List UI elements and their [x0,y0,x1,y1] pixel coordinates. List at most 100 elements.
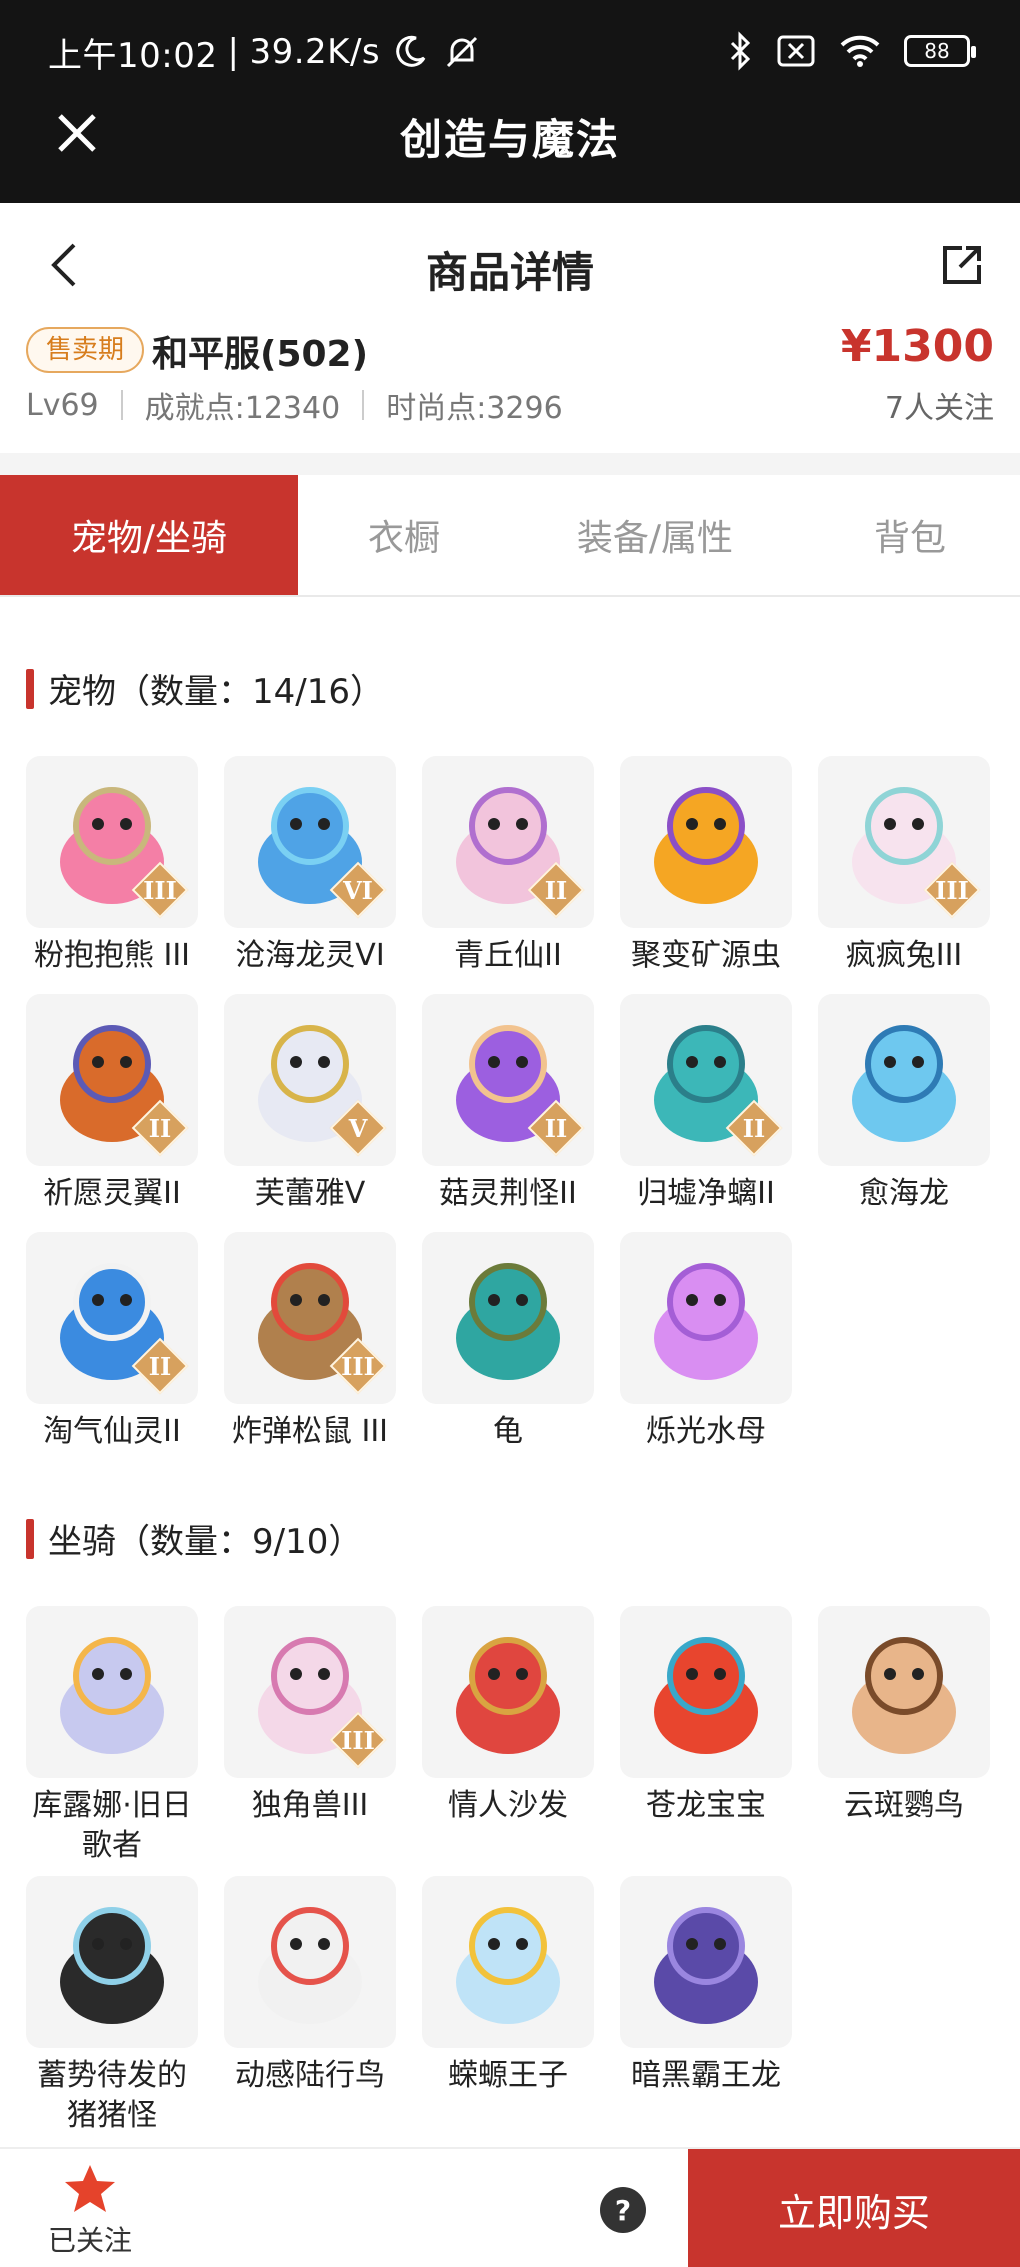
mounts-grid: 库露娜·旧日 歌者 III 独角兽III 情人沙发 苍龙宝宝 云斑鹦鸟蓄势待发的 猪猪怪 动… [26,1606,1006,2136]
collection-item[interactable]: II 淘气仙灵II [26,1232,198,1452]
collection-item[interactable]: II 菇灵荆怪II [422,994,594,1214]
section-accent-bar [26,668,34,709]
pets-title-text: 宠物（数量：14/16） [48,672,384,712]
server-name: 和平服(502) [152,334,369,375]
follow-button[interactable]: 已关注 [40,2163,140,2259]
moon-icon [396,35,426,67]
pets-section-title: 宠物（数量：14/16） [26,664,384,713]
item-thumbnail: II [620,994,792,1166]
tier-badge: V [329,1099,387,1157]
item-name: 菇灵荆怪II [439,1176,577,1211]
item-name: 独角兽III [251,1788,369,1823]
collection-item[interactable]: III 炸弹松鼠 III [224,1232,396,1452]
section-accent-bar [26,1518,34,1559]
level: Lv69 [26,387,99,423]
tier-label: VI [343,875,373,905]
collection-item[interactable]: V 芙蕾雅V [224,994,396,1214]
collection-item[interactable]: 聚变矿源虫 [620,756,792,976]
collection-item[interactable]: 云斑鹦鸟 [818,1606,990,1866]
collection-item[interactable]: 情人沙发 [422,1606,594,1866]
creature-icon [852,1637,956,1754]
help-icon[interactable]: ? [600,2187,646,2233]
collection-item[interactable]: III 疯疯兔III [818,756,990,976]
tab-wardrobe[interactable]: 衣橱 [298,475,510,595]
tier-badge: II [527,861,585,919]
page-title: 商品详情 [425,248,594,297]
item-thumbnail [26,1876,198,2048]
item-thumbnail [422,1232,594,1404]
creature-icon [60,1637,164,1754]
collection-item[interactable]: 龟 [422,1232,594,1452]
collection-item[interactable]: 暗黑霸王龙 [620,1876,792,2136]
item-name: 蝾螈王子 [448,2058,568,2093]
share-icon[interactable] [940,243,984,287]
item-thumbnail: II [422,756,594,928]
account-stats: Lv69 成就点:12340 时尚点:3296 [26,383,563,427]
item-name: 苍龙宝宝 [646,1788,766,1823]
tier-badge: III [329,1337,387,1395]
creature-icon [60,1907,164,2024]
tab-pets-mounts[interactable]: 宠物/坐骑 [0,475,298,595]
collection-item[interactable]: VI 沧海龙灵VI [224,756,396,976]
item-thumbnail: III [224,1606,396,1778]
collection-item[interactable]: 库露娜·旧日 歌者 [26,1606,198,1866]
status-time: 上午10:02 [48,35,218,76]
tier-label: II [148,1113,172,1143]
tier-badge: III [923,861,981,919]
mounts-section-title: 坐骑（数量：9/10） [26,1514,362,1563]
creature-icon [654,1263,758,1380]
item-name: 情人沙发 [448,1788,568,1823]
tab-backpack[interactable]: 背包 [800,475,1020,595]
collection-item[interactable]: III 独角兽III [224,1606,396,1866]
item-thumbnail [224,1876,396,2048]
collection-item[interactable]: 蓄势待发的 猪猪怪 [26,1876,198,2136]
item-thumbnail [620,1876,792,2048]
item-name: 龟 [493,1414,523,1449]
collection-item[interactable]: 苍龙宝宝 [620,1606,792,1866]
item-thumbnail [26,1606,198,1778]
tier-badge: III [329,1711,387,1769]
item-name: 祈愿灵翼II [43,1176,181,1211]
collection-item[interactable]: 愈海龙 [818,994,990,1214]
item-name: 沧海龙灵VI [235,938,385,973]
item-thumbnail: II [422,994,594,1166]
section-divider [0,453,1020,475]
item-name: 暗黑霸王龙 [631,2058,781,2093]
tier-badge: II [725,1099,783,1157]
sale-status-badge: 售卖期 [26,327,145,373]
product-info: 售卖期 和平服(502) ¥1300 Lv69 成就点:12340 时尚点:32… [0,321,1020,453]
mute-bell-icon [447,36,478,68]
collection-item[interactable]: III 粉抱抱熊 III [26,756,198,976]
item-name: 粉抱抱熊 III [33,938,191,973]
collection-item[interactable]: II 祈愿灵翼II [26,994,198,1214]
tier-label: III [341,1351,375,1381]
bottom-action-bar: 已关注 ? 立即购买 [0,2147,1020,2267]
collection-item[interactable]: 烁光水母 [620,1232,792,1452]
item-name: 蓄势待发的 猪猪怪 [37,2058,187,2133]
battery-level: 88 [924,39,950,63]
item-name: 炸弹松鼠 III [231,1414,389,1449]
tier-label: III [935,875,969,905]
collection-item[interactable]: II 归墟净螭II [620,994,792,1214]
item-name: 愈海龙 [859,1176,949,1211]
follow-label: 已关注 [47,2224,132,2257]
buy-label: 立即购买 [777,2190,930,2235]
tier-label: II [544,875,568,905]
item-name: 芙蕾雅V [254,1176,366,1211]
tab-label: 装备/属性 [576,518,734,559]
item-thumbnail [818,994,990,1166]
creature-icon [654,1637,758,1754]
tab-equipment[interactable]: 装备/属性 [510,475,800,595]
collection-item[interactable]: 蝾螈王子 [422,1876,594,2136]
item-thumbnail: III [224,1232,396,1404]
collection-item[interactable]: 动感陆行鸟 [224,1876,396,2136]
tab-label: 宠物/坐骑 [70,518,228,559]
item-name: 聚变矿源虫 [631,938,781,973]
item-thumbnail [620,1606,792,1778]
collection-item[interactable]: II 青丘仙II [422,756,594,976]
buy-now-button[interactable]: 立即购买 [688,2149,1020,2267]
help-glyph: ? [614,2193,632,2227]
wifi-icon [840,35,880,67]
category-tabs: 宠物/坐骑 衣橱 装备/属性 背包 [0,475,1020,597]
tier-badge: II [131,1337,189,1395]
